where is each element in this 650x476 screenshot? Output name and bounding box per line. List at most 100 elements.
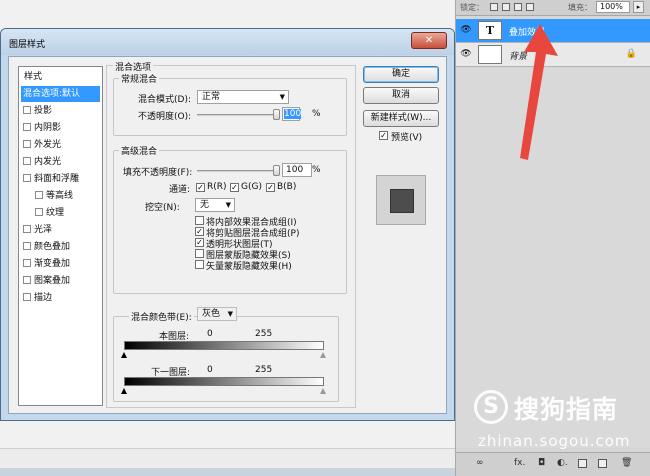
style-item-label: 投影 xyxy=(34,106,53,116)
dialog-title: 图层样式 xyxy=(9,40,46,50)
blend-interior-effects-checkbox[interactable] xyxy=(195,216,204,225)
style-item-texture[interactable]: 纹理 xyxy=(21,205,100,221)
lock-position-icon[interactable] xyxy=(514,3,522,11)
this-layer-black-slider[interactable] xyxy=(121,352,127,358)
link-layers-icon[interactable]: ∞ xyxy=(476,458,484,468)
style-item-satin[interactable]: 光泽 xyxy=(21,222,100,238)
style-item-inner-shadow[interactable]: 内阴影 xyxy=(21,120,100,136)
opacity-input[interactable]: 100 xyxy=(282,107,302,121)
channel-r-checkbox[interactable]: ✓ xyxy=(196,183,205,192)
new-group-icon[interactable] xyxy=(578,459,587,468)
style-preview-thumbnail xyxy=(376,175,426,225)
style-checkbox[interactable] xyxy=(23,242,31,250)
blend-if-group xyxy=(113,316,339,402)
this-layer-gradient xyxy=(124,341,324,350)
opacity-value: 100 xyxy=(284,109,302,119)
transparency-shapes-checkbox[interactable]: ✓ xyxy=(195,238,204,247)
style-item-blending-options[interactable]: 混合选项:默认 xyxy=(21,86,100,102)
preview-checkbox[interactable]: ✓ xyxy=(379,131,388,140)
watermark-url: zhinan.sogou.com xyxy=(478,432,631,450)
style-checkbox[interactable] xyxy=(35,191,43,199)
blend-if-select[interactable]: 灰色 ▼ xyxy=(197,307,237,321)
channel-g-label: G(G) xyxy=(241,182,262,192)
cancel-button[interactable]: 取消 xyxy=(363,87,439,104)
preview-swatch xyxy=(390,189,414,213)
style-item-outer-glow[interactable]: 外发光 xyxy=(21,137,100,153)
visibility-eye-icon[interactable]: 👁 xyxy=(460,49,472,59)
style-checkbox[interactable] xyxy=(23,259,31,267)
opacity-slider-track[interactable] xyxy=(197,114,279,116)
general-blending-title: 常规混合 xyxy=(119,72,160,85)
ok-button[interactable]: 确定 xyxy=(363,66,439,83)
style-item-label: 内阴影 xyxy=(34,123,62,133)
chevron-down-icon: ▼ xyxy=(279,93,285,101)
fill-opacity-label: 填充不透明度(F): xyxy=(123,168,193,178)
red-annotation-arrow xyxy=(520,24,558,160)
opacity-label: 不透明度(O): xyxy=(138,112,192,122)
channel-g-checkbox[interactable]: ✓ xyxy=(230,183,239,192)
close-button[interactable]: ✕ xyxy=(411,32,447,49)
style-item-label: 内发光 xyxy=(34,157,62,167)
style-item-contour[interactable]: 等高线 xyxy=(21,188,100,204)
style-item-pattern-overlay[interactable]: 图案叠加 xyxy=(21,273,100,289)
advanced-blending-title: 高级混合 xyxy=(119,144,160,157)
this-layer-min: 0 xyxy=(207,329,213,339)
fill-stepper-button[interactable]: ▸ xyxy=(633,1,644,13)
add-mask-icon[interactable]: ◘ xyxy=(538,458,545,468)
new-layer-icon[interactable] xyxy=(598,459,607,468)
fill-opacity-input[interactable]: 100 xyxy=(282,163,312,177)
lock-label: 锁定： xyxy=(460,3,484,12)
this-layer-white-slider[interactable] xyxy=(320,352,326,358)
lock-transparent-pixels-icon[interactable] xyxy=(490,3,498,11)
style-item-label: 外发光 xyxy=(34,140,62,150)
chevron-down-icon: ▼ xyxy=(225,201,231,209)
blend-mode-select[interactable]: 正常 ▼ xyxy=(197,90,289,104)
layer-mask-hides-checkbox[interactable] xyxy=(195,249,204,258)
style-checkbox[interactable] xyxy=(23,174,31,182)
fill-opacity-slider-track[interactable] xyxy=(197,170,279,172)
adjustment-layer-icon[interactable]: ◐. xyxy=(557,458,568,468)
style-item-stroke[interactable]: 描边 xyxy=(21,290,100,306)
visibility-eye-icon[interactable]: 👁 xyxy=(460,25,472,35)
style-checkbox[interactable] xyxy=(23,276,31,284)
channels-label: 通道: xyxy=(169,185,191,195)
style-item-gradient-overlay[interactable]: 渐变叠加 xyxy=(21,256,100,272)
style-checkbox[interactable] xyxy=(23,157,31,165)
trash-icon[interactable]: 🗑 xyxy=(621,458,632,468)
layer-style-dialog: 图层样式 ✕ 样式 混合选项:默认 投影 内阴影 外发光 内发光 斜面和浮雕 等… xyxy=(0,28,455,421)
chevron-down-icon: ▼ xyxy=(227,310,233,318)
background-layer-thumbnail xyxy=(478,45,502,64)
channel-b-checkbox[interactable]: ✓ xyxy=(266,183,275,192)
lock-all-icon[interactable] xyxy=(526,3,534,11)
style-checkbox[interactable] xyxy=(23,106,31,114)
blend-clipped-layers-checkbox[interactable]: ✓ xyxy=(195,227,204,236)
fx-icon[interactable]: fx. xyxy=(514,458,525,468)
fill-opacity-percent: % xyxy=(312,165,321,175)
style-item-label: 描边 xyxy=(34,293,53,303)
style-item-label: 图案叠加 xyxy=(34,276,71,286)
knockout-label: 挖空(N): xyxy=(145,203,180,213)
dialog-titlebar[interactable]: 图层样式 ✕ xyxy=(1,29,454,55)
style-item-drop-shadow[interactable]: 投影 xyxy=(21,103,100,119)
style-checkbox[interactable] xyxy=(35,208,43,216)
layers-panel-topbar: 锁定： 填充： 100% ▸ xyxy=(456,0,650,16)
style-item-color-overlay[interactable]: 颜色叠加 xyxy=(21,239,100,255)
style-checkbox[interactable] xyxy=(23,140,31,148)
style-item-bevel-emboss[interactable]: 斜面和浮雕 xyxy=(21,171,100,187)
style-list-header[interactable]: 样式 xyxy=(21,69,100,85)
dialog-body: 样式 混合选项:默认 投影 内阴影 外发光 内发光 斜面和浮雕 等高线 纹理 光… xyxy=(8,56,447,414)
style-checkbox[interactable] xyxy=(23,293,31,301)
underlying-white-slider[interactable] xyxy=(320,388,326,394)
taskbar-strip xyxy=(0,468,455,476)
style-checkbox[interactable] xyxy=(23,123,31,131)
knockout-select[interactable]: 无 ▼ xyxy=(195,198,235,212)
new-style-button[interactable]: 新建样式(W)... xyxy=(363,110,439,127)
lock-image-pixels-icon[interactable] xyxy=(502,3,510,11)
opacity-slider-thumb[interactable] xyxy=(273,109,280,120)
fill-opacity-slider-thumb[interactable] xyxy=(273,165,280,176)
style-checkbox[interactable] xyxy=(23,225,31,233)
fill-value-field[interactable]: 100% xyxy=(596,1,630,13)
style-item-inner-glow[interactable]: 内发光 xyxy=(21,154,100,170)
vector-mask-hides-checkbox[interactable] xyxy=(195,260,204,269)
underlying-black-slider[interactable] xyxy=(121,388,127,394)
